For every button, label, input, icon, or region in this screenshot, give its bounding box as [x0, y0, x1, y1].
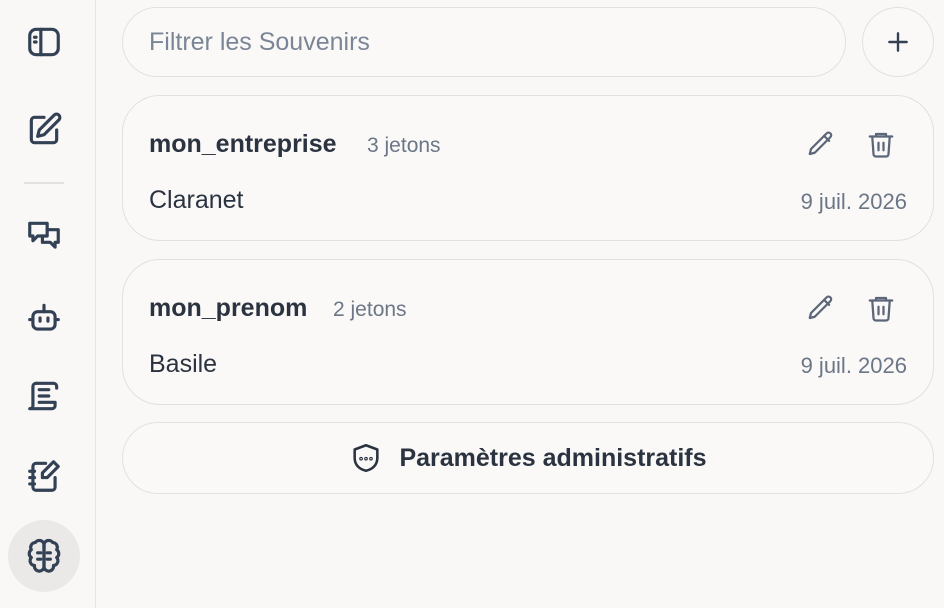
memory-card: mon_prenom 2 jetons Basile 9 juil. 2026: [122, 259, 934, 405]
robot-icon: [28, 303, 60, 331]
chat-bubbles-icon: [28, 221, 60, 249]
sidebar-divider: [24, 182, 64, 184]
scroll-icon: [28, 381, 59, 411]
sidebar-toggle-button[interactable]: [8, 6, 80, 78]
shield-dots-icon: [353, 443, 380, 473]
admin-settings-label: Paramètres administratifs: [399, 443, 707, 472]
trash-icon: [868, 132, 894, 158]
admin-settings-button[interactable]: Paramètres administratifs: [122, 422, 934, 494]
new-note-button[interactable]: [8, 94, 80, 166]
sidebar-toggle-icon: [28, 27, 60, 57]
add-memory-button[interactable]: [862, 7, 934, 77]
pencil-icon: [808, 295, 833, 320]
brain-icon: [27, 538, 61, 573]
delete-memory-button[interactable]: [863, 126, 899, 162]
memory-key: mon_prenom: [149, 294, 308, 322]
memory-date: 9 juil. 2026: [800, 353, 907, 378]
edit-memory-button[interactable]: [803, 126, 839, 162]
sidebar-item-prompts[interactable]: [8, 360, 80, 432]
trash-icon: [868, 296, 894, 322]
new-note-icon: [29, 112, 62, 145]
sidebar-item-memories[interactable]: [8, 520, 80, 592]
notebook-edit-icon: [28, 460, 60, 492]
delete-memory-button[interactable]: [863, 290, 899, 326]
memory-date: 9 juil. 2026: [800, 189, 907, 214]
app-window: mon_entreprise 3 jetons Claranet 9 juil.…: [0, 0, 944, 608]
edit-memory-button[interactable]: [803, 290, 839, 326]
memory-key: mon_entreprise: [149, 130, 337, 158]
sidebar-rail: [0, 0, 96, 608]
sidebar-item-agents[interactable]: [8, 282, 80, 354]
memory-token-count: 3 jetons: [367, 134, 441, 157]
memory-card: mon_entreprise 3 jetons Claranet 9 juil.…: [122, 95, 934, 241]
memory-value: Basile: [149, 350, 218, 378]
plus-icon: [888, 32, 908, 52]
sidebar-item-chats[interactable]: [8, 200, 80, 272]
memory-token-count: 2 jetons: [333, 298, 407, 321]
memory-value: Claranet: [149, 186, 244, 214]
sidebar-item-notes[interactable]: [8, 440, 80, 512]
memories-filter-field[interactable]: [122, 7, 846, 77]
pencil-icon: [808, 131, 833, 156]
memories-filter-input[interactable]: [147, 26, 845, 58]
